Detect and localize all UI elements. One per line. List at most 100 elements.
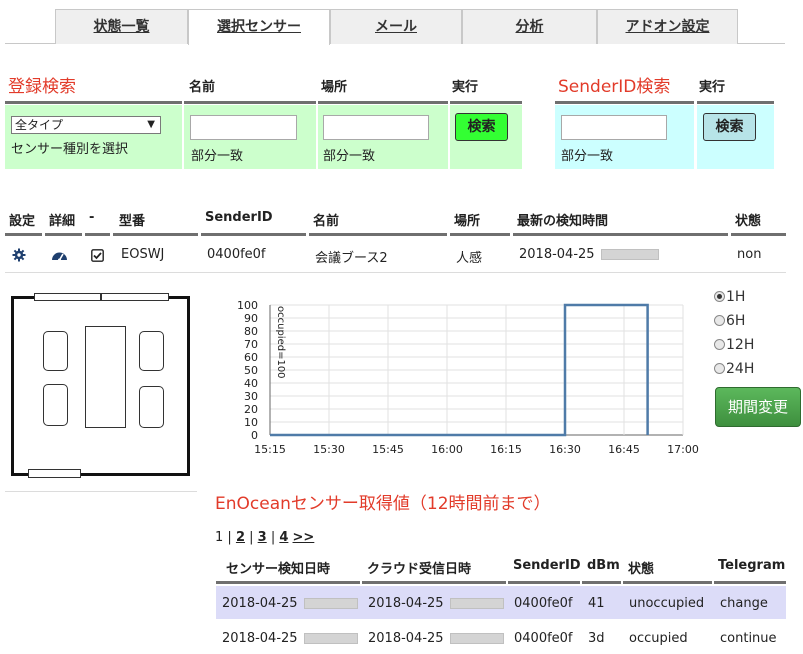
log-col-received: クラウド受信日時 bbox=[367, 562, 472, 577]
log-cell-received: 2018-04-25 bbox=[368, 631, 504, 646]
radio-unselected-icon bbox=[714, 315, 725, 326]
redacted-time bbox=[303, 598, 358, 609]
register-search-title: 登録検索 bbox=[8, 77, 76, 97]
chart-x-tick-label: 16:30 bbox=[549, 443, 581, 456]
log-cell-dbm: 41 bbox=[588, 596, 605, 611]
radio-selected-icon bbox=[714, 291, 725, 302]
period-radio-12h[interactable]: 12H bbox=[714, 337, 754, 353]
row-place: 人感 bbox=[456, 251, 483, 266]
senderid-search-input[interactable] bbox=[561, 115, 667, 140]
row-status: non bbox=[737, 247, 762, 262]
register-search-button[interactable]: 検索 bbox=[455, 113, 508, 141]
chart-y-tick-label: 60 bbox=[244, 351, 258, 364]
table-head-rule bbox=[201, 233, 306, 236]
sensor-type-select-value: 全タイプ bbox=[15, 118, 64, 132]
period-radio-24h[interactable]: 24H bbox=[714, 361, 754, 377]
gear-icon[interactable] bbox=[12, 247, 26, 266]
pager-page-4[interactable]: 4 bbox=[279, 530, 288, 545]
pager-next[interactable]: >> bbox=[293, 530, 315, 545]
period-label: 6H bbox=[726, 313, 746, 329]
chart-y-tick-label: 0 bbox=[251, 429, 258, 442]
tab-analysis[interactable]: 分析 bbox=[462, 9, 597, 44]
sensor-type-select[interactable]: 全タイプ ▼ bbox=[11, 116, 161, 134]
row-name: 会議ブース2 bbox=[315, 251, 388, 266]
col-model: 型番 bbox=[119, 214, 146, 229]
log-cell-detected: 2018-04-25 bbox=[222, 631, 358, 646]
period-radio-6h[interactable]: 6H bbox=[714, 313, 745, 329]
register-rule-1 bbox=[5, 101, 182, 104]
senderid-search-title: SenderID検索 bbox=[558, 77, 671, 97]
chart-x-tick-label: 15:30 bbox=[313, 443, 345, 456]
col-select: - bbox=[89, 210, 95, 225]
log-cell-sender-id: 0400fe0f bbox=[514, 596, 573, 611]
radio-unselected-icon bbox=[714, 339, 725, 350]
log-cell-detected: 2018-04-25 bbox=[222, 596, 358, 611]
pager-current: 1 bbox=[215, 530, 224, 545]
chart-annotation: occupied=100 bbox=[275, 306, 286, 379]
change-period-button[interactable]: 期間変更 bbox=[715, 387, 801, 427]
pager-page-2[interactable]: 2 bbox=[236, 530, 245, 545]
row-last-detected: 2018-04-25 bbox=[519, 247, 659, 262]
floor-plan-separator bbox=[5, 491, 197, 492]
log-head-rule bbox=[623, 581, 712, 584]
tab-mail[interactable]: メール bbox=[330, 9, 462, 44]
log-detected-date: 2018-04-25 bbox=[222, 631, 298, 646]
period-label: 12H bbox=[726, 337, 755, 353]
log-received-date: 2018-04-25 bbox=[368, 596, 444, 611]
chart-y-tick-label: 10 bbox=[244, 416, 258, 429]
pager-page-3[interactable]: 3 bbox=[258, 530, 267, 545]
table-head-rule bbox=[45, 233, 82, 236]
sensor-type-hint: センサー種別を選択 bbox=[11, 142, 129, 157]
log-title: EnOceanセンサー取得値（12時間前まで） bbox=[215, 494, 551, 514]
log-col-detected: センサー検知日時 bbox=[226, 562, 331, 577]
senderid-rule-2 bbox=[697, 101, 774, 104]
table-head-rule bbox=[5, 233, 42, 236]
table-head-rule bbox=[731, 233, 786, 236]
log-cell-state: unoccupied bbox=[629, 596, 705, 611]
log-cell-telegram: change bbox=[720, 596, 768, 611]
chart-y-tick-label: 20 bbox=[244, 403, 258, 416]
chart-x-tick-label: 16:15 bbox=[490, 443, 522, 456]
row-model: EOSWJ bbox=[121, 247, 165, 262]
redacted-time bbox=[303, 633, 358, 644]
chart-grid bbox=[269, 304, 684, 436]
log-head-rule bbox=[362, 581, 506, 584]
tab-status-list[interactable]: 状態一覧 bbox=[55, 9, 188, 44]
checkbox-checked-icon[interactable] bbox=[91, 247, 104, 266]
senderid-search-button[interactable]: 検索 bbox=[703, 113, 756, 141]
register-rule-2 bbox=[184, 101, 316, 104]
floor-plan-chair bbox=[139, 386, 164, 428]
gauge-icon[interactable] bbox=[51, 247, 68, 266]
place-search-hint: 部分一致 bbox=[323, 149, 376, 164]
chart-y-tick-label: 70 bbox=[244, 338, 258, 351]
place-search-input[interactable] bbox=[323, 115, 429, 140]
register-rule-3 bbox=[318, 101, 448, 104]
chart-x-tick-label: 16:00 bbox=[431, 443, 463, 456]
log-col-telegram: Telegram bbox=[718, 558, 786, 573]
occupancy-chart: 0102030405060708090100 15:15 15:30 15:45 16… bbox=[237, 299, 699, 456]
redacted-time bbox=[449, 633, 504, 644]
col-last-detected: 最新の検知時間 bbox=[517, 214, 609, 229]
chart-y-tick-label: 80 bbox=[244, 325, 258, 338]
chart-y-tick-label: 100 bbox=[237, 299, 258, 312]
tab-selected-sensor[interactable]: 選択センサー bbox=[188, 9, 330, 45]
period-radio-1h[interactable]: 1H bbox=[714, 289, 745, 305]
pagination: 1 | 2 | 3 | 4 >> bbox=[215, 530, 315, 545]
floor-plan-chair bbox=[43, 331, 68, 371]
chart-y-tick-label: 50 bbox=[244, 364, 258, 377]
register-col-place: 場所 bbox=[321, 80, 348, 95]
redacted-time bbox=[449, 598, 504, 609]
chart-y-ticks: 0102030405060708090100 bbox=[237, 299, 258, 442]
table-head-rule bbox=[113, 233, 198, 236]
row-last-detected-date: 2018-04-25 bbox=[519, 247, 595, 262]
period-label: 1H bbox=[726, 289, 746, 305]
col-place: 場所 bbox=[454, 214, 481, 229]
col-status: 状態 bbox=[735, 214, 762, 229]
log-received-date: 2018-04-25 bbox=[368, 631, 444, 646]
col-settings: 設定 bbox=[9, 214, 36, 229]
row-sender-id: 0400fe0f bbox=[207, 247, 266, 262]
floor-plan-door bbox=[101, 293, 169, 301]
senderid-rule-1 bbox=[555, 101, 694, 104]
name-search-input[interactable] bbox=[190, 115, 297, 140]
tab-addon-settings[interactable]: アドオン設定 bbox=[597, 9, 738, 44]
